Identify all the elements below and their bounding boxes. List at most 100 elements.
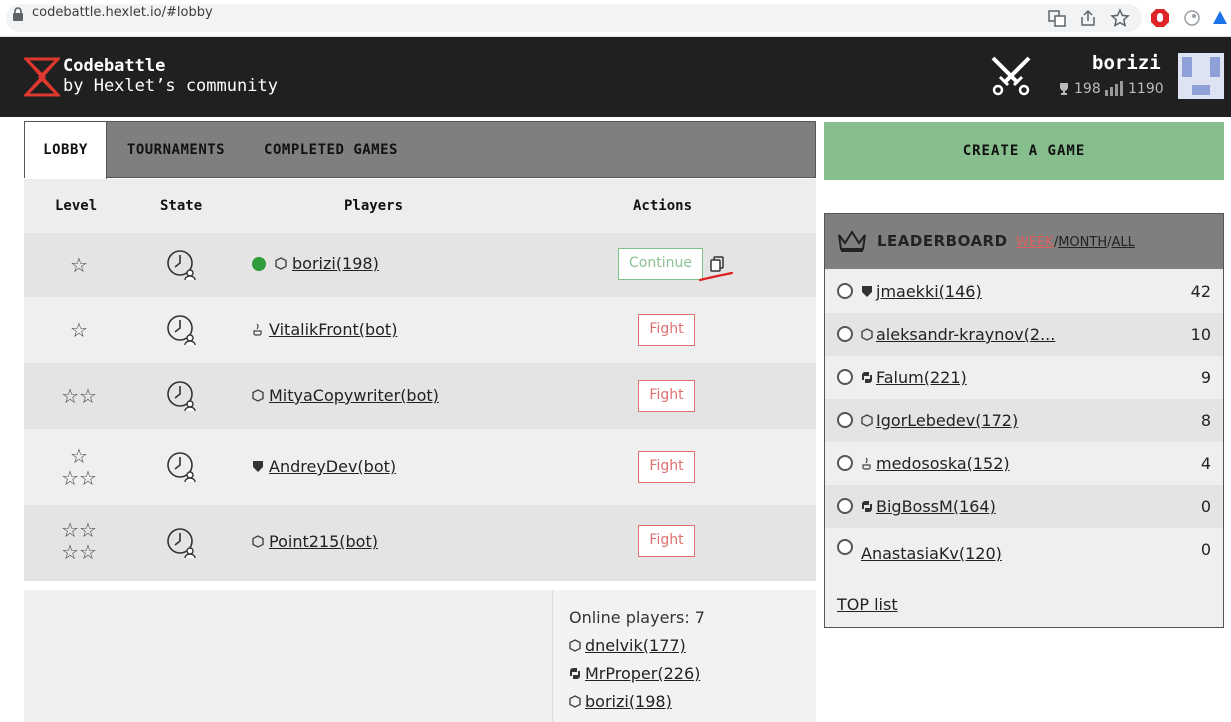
leaderboard-radio[interactable] (837, 539, 853, 555)
leaderboard-player-link[interactable]: aleksandr-kraynov(2... (876, 325, 1055, 344)
profile-extension-icon[interactable] (1210, 8, 1230, 28)
crossed-swords-icon[interactable] (988, 55, 1034, 97)
fight-button[interactable]: Fight (638, 525, 695, 557)
avatar[interactable] (1178, 53, 1224, 99)
fight-button[interactable]: Fight (638, 451, 695, 483)
fight-button[interactable]: Fight (638, 380, 695, 412)
brand-title[interactable]: Codebattle (63, 56, 165, 76)
leaderboard-player-link[interactable]: Falum(221) (876, 368, 967, 387)
avatar-identicon (1182, 57, 1220, 95)
player-link[interactable]: MityaCopywriter(bot) (269, 386, 439, 405)
level-stars: ☆☆ (61, 384, 97, 408)
player-cell: Point215(bot) (252, 532, 378, 551)
leaderboard-player-link[interactable]: AnastasiaKv(120) (861, 544, 1002, 563)
leaderboard-player: Falum(221) (861, 368, 967, 387)
online-player-link[interactable]: borizi(198) (585, 692, 672, 711)
leaderboard-radio[interactable] (837, 369, 853, 385)
period-week-link[interactable]: WEEK (1016, 235, 1054, 250)
app-header: Codebattle by Hexlet’s community borizi … (0, 37, 1231, 117)
leaderboard-row: IgorLebedev(172) 8 (825, 399, 1223, 442)
leaderboard-radio[interactable] (837, 283, 853, 299)
column-header-level: Level (55, 198, 98, 214)
player-link[interactable]: borizi(198) (292, 254, 379, 273)
online-player-link[interactable]: dnelvik(177) (585, 636, 686, 655)
stats-chart-icon (1105, 81, 1123, 96)
waiting-clock-icon (167, 315, 196, 346)
leaderboard-player-link[interactable]: IgorLebedev(172) (876, 411, 1018, 430)
leaderboard-player-link[interactable]: medososka(152) (876, 454, 1010, 473)
leaderboard-player-link[interactable]: BigBossM(164) (876, 497, 996, 516)
url-text[interactable]: codebattle.hexlet.io/#lobby (32, 5, 213, 20)
column-header-actions: Actions (633, 198, 693, 214)
leaderboard-periods: WEEK/MONTH/ALL (1016, 235, 1135, 250)
online-player-item: borizi(198) (569, 692, 672, 711)
hexagon-icon (569, 639, 581, 652)
tab-tournaments[interactable]: TOURNAMENTS (115, 122, 237, 179)
level-stars-top: ☆☆ (61, 518, 97, 542)
leaderboard-score: 0 (1200, 540, 1211, 559)
level-stars: ☆ (70, 253, 88, 277)
lobby-tabs: LOBBY TOURNAMENTS COMPLETED GAMES (24, 121, 816, 180)
python-icon (862, 372, 872, 383)
hexagon-icon (275, 257, 287, 270)
player-cell: AndreyDev(bot) (252, 457, 396, 476)
adblock-extension-icon[interactable] (1150, 8, 1170, 28)
online-player-item: MrProper(226) (569, 664, 700, 683)
bookmark-star-icon[interactable] (1110, 8, 1130, 28)
table-row: ☆ VitalikFront(bot) Fight (24, 297, 816, 363)
extension-icon[interactable] (1182, 8, 1202, 28)
level-stars-top: ☆ (70, 444, 88, 468)
player-cell: MityaCopywriter(bot) (252, 386, 439, 405)
leaderboard-player: jmaekki(146) (861, 282, 982, 301)
trophy-icon (1060, 83, 1068, 95)
user-name[interactable]: borizi (1092, 52, 1161, 74)
level-stars: ☆☆ (61, 466, 97, 490)
create-game-button[interactable]: CREATE A GAME (824, 122, 1224, 180)
leaderboard-score: 42 (1190, 282, 1211, 301)
leaderboard-score: 8 (1200, 411, 1211, 430)
waiting-clock-icon (167, 528, 196, 559)
hexagon-icon (252, 389, 264, 402)
java-cup-icon (862, 457, 871, 470)
lock-icon (13, 7, 23, 21)
leaderboard-player-link[interactable]: jmaekki(146) (876, 282, 982, 301)
level-stars: ☆ (70, 318, 88, 342)
leaderboard-radio[interactable] (837, 326, 853, 342)
online-players-count: Online players: 7 (569, 608, 705, 627)
leaderboard-row: jmaekki(146) 42 (825, 270, 1223, 313)
tab-lobby[interactable]: LOBBY (25, 122, 107, 180)
java-cup-icon (253, 323, 262, 336)
leaderboard-radio[interactable] (837, 455, 853, 471)
waiting-clock-icon (167, 381, 196, 412)
leaderboard-radio[interactable] (837, 498, 853, 514)
python-icon (570, 668, 580, 679)
tab-completed-games[interactable]: COMPLETED GAMES (255, 122, 407, 179)
fight-button[interactable]: Fight (638, 314, 695, 346)
player-link[interactable]: VitalikFront(bot) (269, 320, 397, 339)
top-list-link[interactable]: TOP list (837, 595, 898, 614)
leaderboard-score: 10 (1190, 325, 1211, 344)
player-link[interactable]: AndreyDev(bot) (269, 457, 396, 476)
browser-toolbar: codebattle.hexlet.io/#lobby (0, 0, 1231, 37)
php-shield-icon (253, 461, 263, 472)
share-icon[interactable] (1078, 8, 1098, 28)
leaderboard-radio[interactable] (837, 412, 853, 428)
online-player-item: dnelvik(177) (569, 636, 686, 655)
crown-icon (838, 230, 866, 252)
leaderboard-score: 9 (1200, 368, 1211, 387)
period-all-link[interactable]: ALL (1111, 235, 1134, 250)
column-header-state: State (160, 198, 203, 214)
continue-button[interactable]: Continue (618, 248, 703, 280)
leaderboard-row: aleksandr-kraynov(2... 10 (825, 313, 1223, 356)
leaderboard-title: LEADERBOARD (877, 232, 1008, 250)
leaderboard-player: medososka(152) (861, 454, 1010, 473)
hexagon-icon (252, 535, 264, 548)
codebattle-logo-icon[interactable] (24, 57, 60, 97)
waiting-clock-icon (167, 250, 196, 281)
player-link[interactable]: Point215(bot) (269, 532, 378, 551)
translate-icon[interactable] (1047, 8, 1067, 28)
period-month-link[interactable]: MONTH (1058, 235, 1107, 250)
online-player-link[interactable]: MrProper(226) (585, 664, 700, 683)
brand-subtitle: by Hexlet’s community (63, 76, 278, 96)
player-cell: borizi(198) (252, 254, 379, 273)
